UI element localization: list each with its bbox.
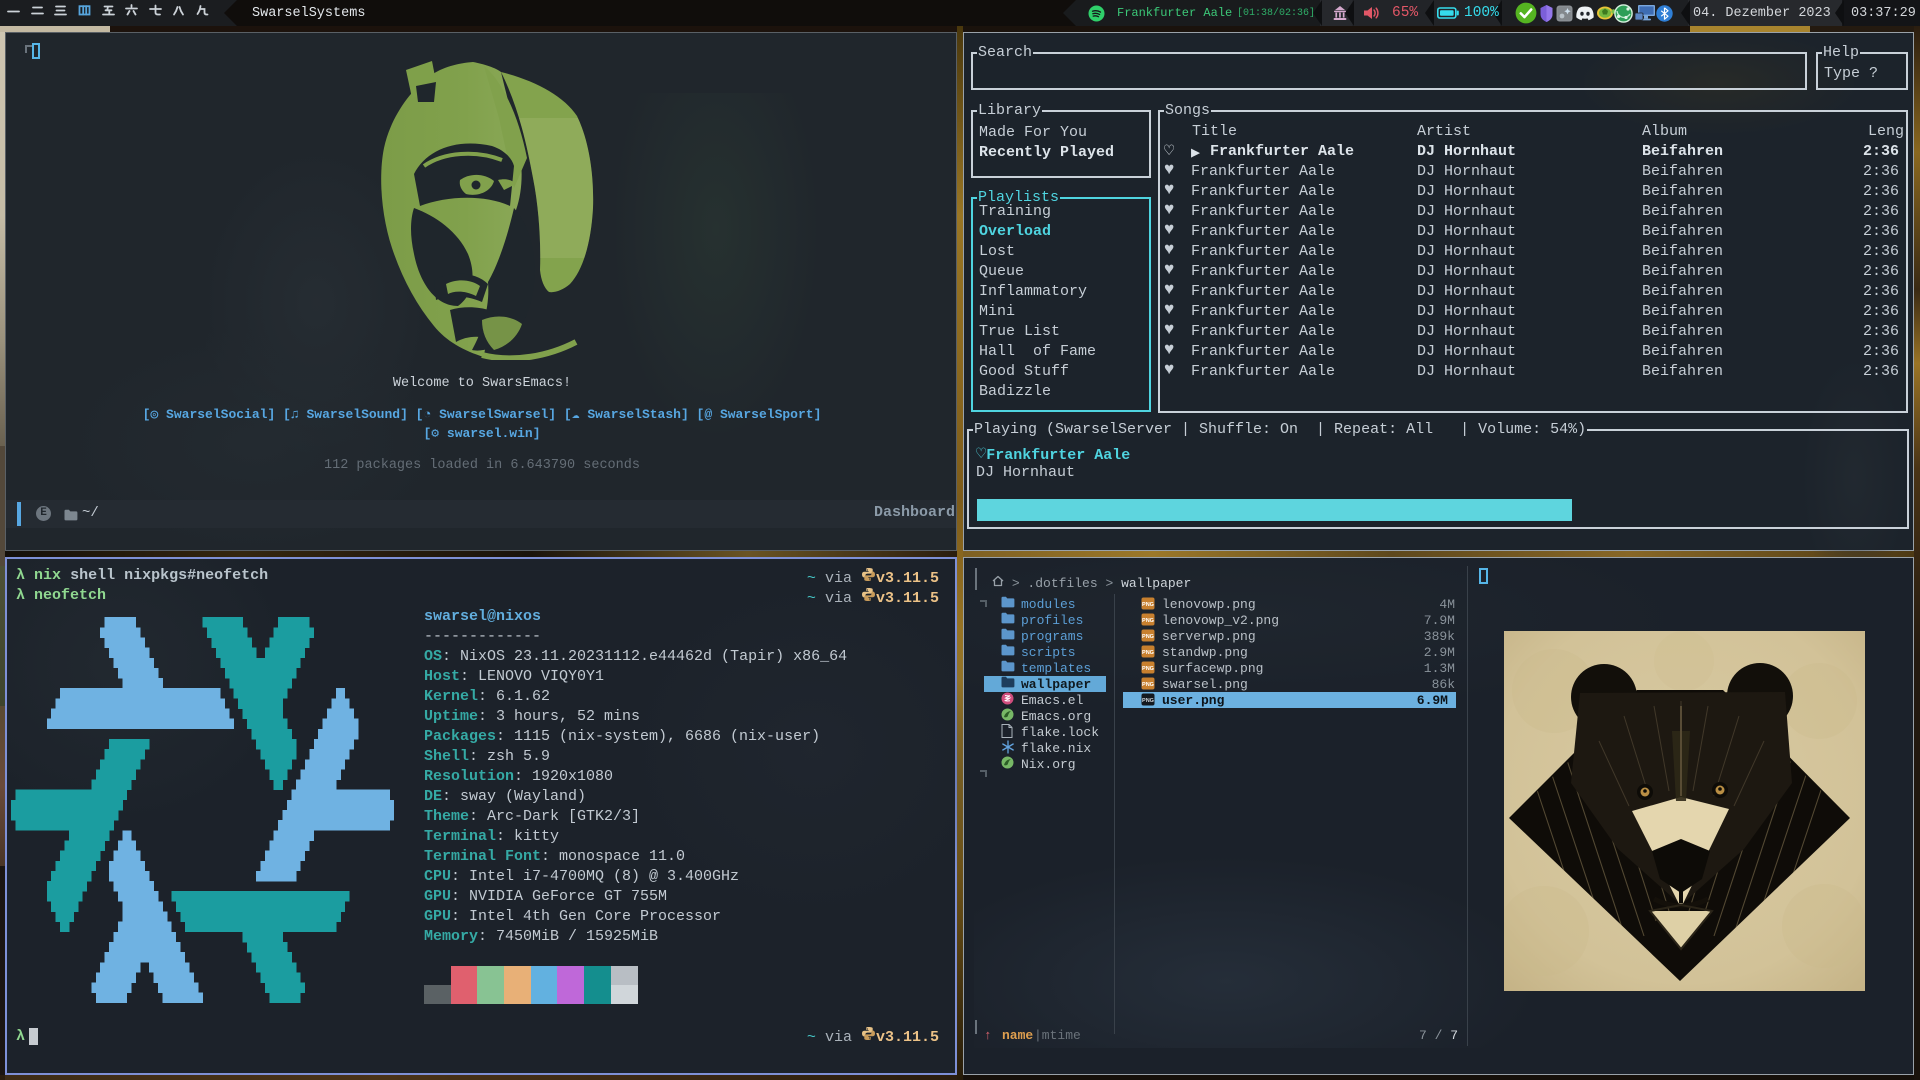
svg-text:PNG: PNG bbox=[1142, 650, 1154, 656]
svg-text:PNG: PNG bbox=[1142, 634, 1154, 640]
svg-text:PNG: PNG bbox=[1142, 618, 1154, 624]
svg-text:PNG: PNG bbox=[1142, 666, 1154, 672]
svg-text:PNG: PNG bbox=[1142, 682, 1154, 688]
svg-text:PNG: PNG bbox=[1142, 698, 1154, 704]
svg-text:PNG: PNG bbox=[1142, 602, 1154, 608]
